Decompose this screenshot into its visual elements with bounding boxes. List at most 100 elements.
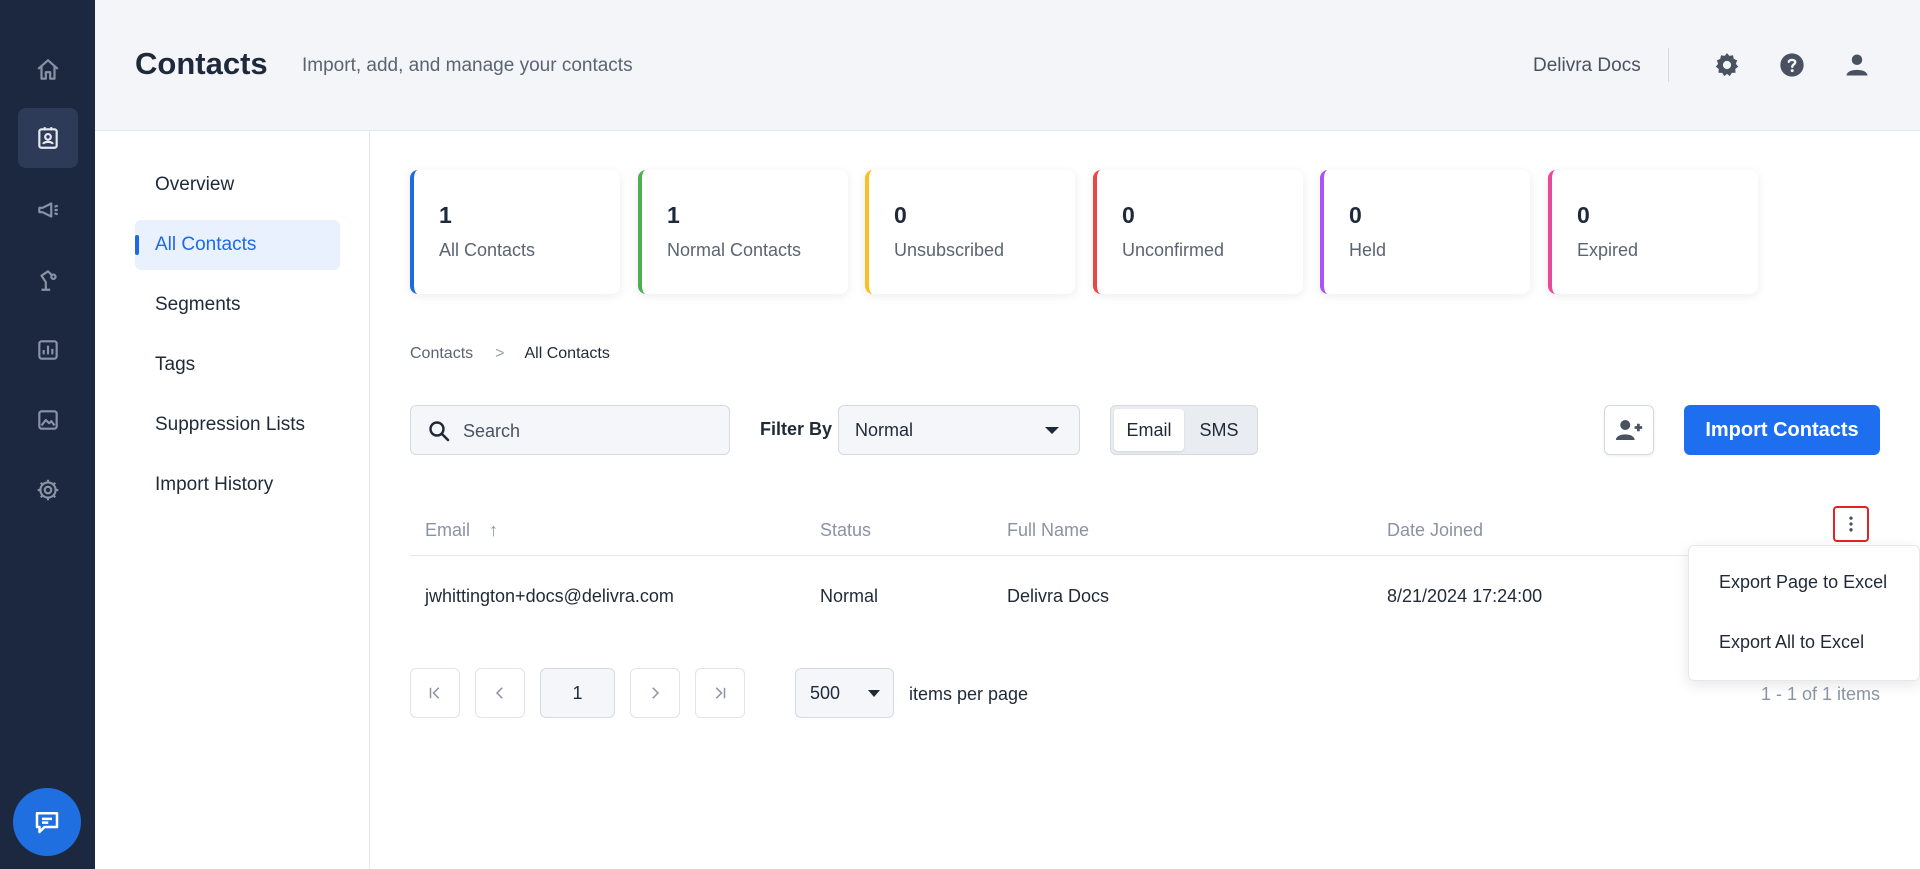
items-per-page-label: items per page xyxy=(909,684,1029,704)
table-header-divider xyxy=(410,555,1880,556)
stat-label: Normal Contacts xyxy=(667,240,802,260)
page-title: Contacts xyxy=(135,46,268,81)
help-icon xyxy=(1780,53,1804,77)
images-icon xyxy=(38,410,58,430)
caret-down-icon xyxy=(868,690,880,697)
chat-button[interactable] xyxy=(13,788,81,856)
user-icon xyxy=(1846,54,1868,76)
filter-by-label: Filter By xyxy=(760,419,833,439)
stat-value: 1 xyxy=(667,202,680,228)
help-button[interactable] xyxy=(1775,48,1809,82)
column-header-date-joined[interactable]: Date Joined xyxy=(1387,520,1483,541)
stat-label: Expired xyxy=(1577,240,1639,260)
channel-email-button[interactable]: Email xyxy=(1114,409,1184,451)
filter-select[interactable]: Normal xyxy=(838,405,1080,455)
items-per-page-value: 500 xyxy=(810,682,841,703)
breadcrumb-current: All Contacts xyxy=(524,345,610,362)
breadcrumb: Contacts > All Contacts xyxy=(410,345,610,363)
subnav-item-suppression-lists[interactable]: Suppression Lists xyxy=(135,400,340,450)
chevron-left-icon xyxy=(495,687,503,699)
import-contacts-button[interactable]: Import Contacts xyxy=(1684,405,1880,455)
last-page-button[interactable] xyxy=(695,668,745,718)
contacts-subnav: Overview All Contacts Segments Tags Supp… xyxy=(95,131,370,869)
stat-card-expired[interactable]: 0 Expired xyxy=(1548,170,1758,294)
stat-card-normal-contacts[interactable]: 1 Normal Contacts xyxy=(638,170,848,294)
table-options-button[interactable] xyxy=(1833,506,1869,542)
first-page-button[interactable] xyxy=(410,668,460,718)
channel-toggle: Email SMS xyxy=(1110,405,1258,455)
subnav-item-segments[interactable]: Segments xyxy=(135,280,340,330)
cell-date-joined: 8/21/2024 17:24:00 xyxy=(1387,586,1543,606)
cell-status: Normal xyxy=(820,586,879,606)
rail-settings[interactable] xyxy=(18,460,78,520)
stat-card-unconfirmed[interactable]: 0 Unconfirmed xyxy=(1093,170,1303,294)
stat-value: 0 xyxy=(894,202,907,228)
kebab-menu-icon xyxy=(1849,516,1853,532)
items-per-page-select[interactable]: 500 xyxy=(795,668,894,718)
column-header-email[interactable]: Email ↑ xyxy=(425,520,498,541)
chevron-right-icon xyxy=(652,687,660,699)
column-header-status[interactable]: Status xyxy=(820,520,871,541)
stat-value: 1 xyxy=(439,202,452,228)
caret-down-icon xyxy=(1045,427,1059,434)
stat-card-held[interactable]: 0 Held xyxy=(1320,170,1530,294)
rail-contacts[interactable] xyxy=(18,108,78,168)
previous-page-button[interactable] xyxy=(475,668,525,718)
stat-label: All Contacts xyxy=(439,240,536,260)
rail-campaigns[interactable] xyxy=(18,180,78,240)
search-icon xyxy=(429,421,450,442)
account-name[interactable]: Delivra Docs xyxy=(1533,55,1641,77)
menu-item-export-page[interactable]: Export Page to Excel xyxy=(1719,572,1887,593)
stat-value: 0 xyxy=(1577,202,1590,228)
settings-icon xyxy=(37,479,59,501)
stat-label: Held xyxy=(1349,240,1387,260)
stat-value: 0 xyxy=(1349,202,1362,228)
subnav-item-overview[interactable]: Overview xyxy=(135,160,340,210)
user-menu-button[interactable] xyxy=(1840,48,1874,82)
cell-email[interactable]: jwhittington+docs@delivra.com xyxy=(425,586,674,607)
column-header-label: Email xyxy=(425,520,471,540)
stat-card-unsubscribed[interactable]: 0 Unsubscribed xyxy=(865,170,1075,294)
reports-icon xyxy=(38,340,58,360)
rail-home[interactable] xyxy=(18,40,78,100)
pagination-summary: 1 - 1 of 1 items xyxy=(1760,684,1880,704)
automation-icon xyxy=(40,270,57,291)
menu-item-export-all[interactable]: Export All to Excel xyxy=(1719,632,1864,653)
first-page-icon xyxy=(429,687,440,699)
search-box xyxy=(410,405,730,455)
rail-automation[interactable] xyxy=(18,250,78,310)
settings-button[interactable] xyxy=(1710,48,1744,82)
sort-ascending-icon: ↑ xyxy=(489,520,499,540)
last-page-icon xyxy=(715,687,726,699)
next-page-button[interactable] xyxy=(630,668,680,718)
column-header-full-name[interactable]: Full Name xyxy=(1007,520,1089,541)
contacts-icon xyxy=(38,127,58,149)
stat-value: 0 xyxy=(1122,202,1135,228)
subnav-item-import-history[interactable]: Import History xyxy=(135,460,340,510)
breadcrumb-contacts-link[interactable]: Contacts xyxy=(410,345,473,363)
cell-full-name: Delivra Docs xyxy=(1007,586,1110,606)
chat-icon xyxy=(35,812,59,834)
subnav-item-all-contacts[interactable]: All Contacts xyxy=(135,220,340,270)
stat-card-all-contacts[interactable]: 1 All Contacts xyxy=(410,170,620,294)
add-user-icon xyxy=(1615,420,1643,440)
home-icon xyxy=(37,59,59,80)
rail-images[interactable] xyxy=(18,390,78,450)
header-divider xyxy=(1668,48,1669,82)
channel-sms-button[interactable]: SMS xyxy=(1184,409,1254,451)
current-page[interactable]: 1 xyxy=(540,668,615,718)
page-subtitle: Import, add, and manage your contacts xyxy=(302,55,633,76)
search-input[interactable] xyxy=(463,418,713,444)
stat-label: Unconfirmed xyxy=(1122,240,1225,260)
stat-label: Unsubscribed xyxy=(894,240,1005,260)
subnav-item-tags[interactable]: Tags xyxy=(135,340,340,390)
page-header: Contacts Import, add, and manage your co… xyxy=(95,0,1920,131)
campaigns-icon xyxy=(38,202,59,218)
filter-select-value: Normal xyxy=(855,419,914,440)
rail-reports[interactable] xyxy=(18,320,78,380)
breadcrumb-separator: > xyxy=(495,345,505,362)
gear-icon xyxy=(1715,53,1739,77)
export-menu: Export Page to Excel Export All to Excel xyxy=(1688,545,1920,681)
add-contact-button[interactable] xyxy=(1604,405,1654,455)
left-rail xyxy=(0,0,95,869)
